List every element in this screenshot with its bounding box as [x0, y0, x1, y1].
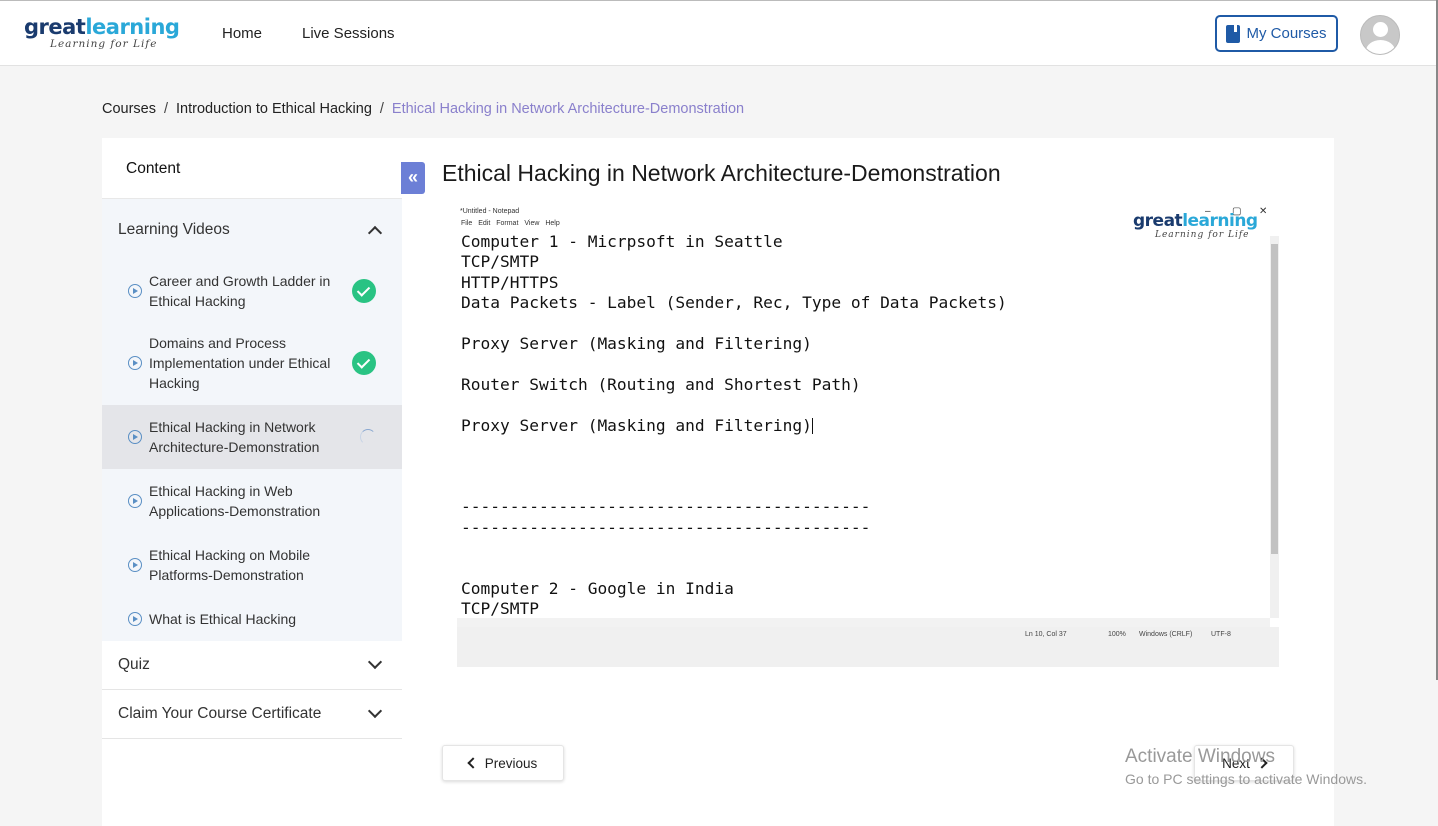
notepad-line: ----------------------------------------…	[461, 517, 871, 537]
vertical-scrollbar	[1270, 236, 1279, 618]
notepad-line	[461, 477, 1007, 497]
notepad-line	[461, 314, 1007, 334]
notepad-line	[461, 395, 1007, 415]
course-sidebar: Content Learning Videos Career and Growt…	[102, 138, 402, 826]
book-icon	[1226, 24, 1241, 43]
section-certificate[interactable]: Claim Your Course Certificate	[102, 690, 402, 739]
text-caret	[811, 418, 813, 435]
notepad-line: Computer 1 - Micrpsoft in Seattle	[461, 232, 783, 251]
nav-live-sessions[interactable]: Live Sessions	[302, 25, 395, 42]
my-courses-button[interactable]: My Courses	[1215, 15, 1338, 52]
chevron-down-icon	[367, 703, 383, 719]
notepad-line: TCP/SMTP	[461, 252, 539, 272]
breadcrumb: Courses / Introduction to Ethical Hacking /…	[102, 101, 744, 117]
notepad-line: ----------------------------------------…	[461, 497, 871, 517]
in-progress-spinner-icon	[360, 429, 376, 445]
watermark-logo: greatlearning Learning for Life	[1133, 212, 1265, 240]
breadcrumb-current: Ethical Hacking in Network Architecture-…	[391, 101, 745, 117]
play-circle-icon	[128, 612, 142, 626]
notepad-line	[461, 559, 1007, 579]
notepad-line: Router Switch (Routing and Shortest Path…	[461, 374, 861, 394]
section-label: Claim Your Course Certificate	[118, 705, 322, 722]
status-zoom: 100%	[1108, 631, 1126, 638]
watermark-tagline: Learning for Life	[1155, 230, 1250, 240]
video-label: Domains and Process Implementation under…	[149, 335, 331, 391]
notepad-line	[461, 456, 1007, 476]
play-circle-icon	[128, 430, 142, 444]
notepad-line: Proxy Server (Masking and Filtering)	[461, 415, 813, 435]
breadcrumb-separator: /	[379, 101, 384, 117]
content-heading: Content	[102, 138, 402, 199]
logo-tagline: Learning for Life	[50, 38, 158, 50]
notepad-text: Computer 1 - Micrpsoft in Seattle TCP/SMT…	[461, 232, 1007, 620]
logo-brand-learning: learning	[85, 15, 180, 39]
greatlearning-logo[interactable]: greatlearning Learning for Life	[24, 15, 180, 51]
video-item-what-is-ethical-hacking[interactable]: What is Ethical Hacking	[102, 597, 402, 641]
completed-check-icon	[352, 351, 376, 375]
video-item-web-applications[interactable]: Ethical Hacking in Web Applications-Demo…	[102, 469, 402, 533]
chevron-left-icon	[467, 757, 479, 769]
section-learning-videos[interactable]: Learning Videos	[102, 199, 402, 261]
section-quiz[interactable]: Quiz	[102, 641, 402, 690]
chevron-down-icon	[367, 654, 383, 670]
notepad-line: HTTP/HTTPS	[461, 272, 559, 292]
video-label: Ethical Hacking on Mobile Platforms-Demo…	[149, 547, 311, 583]
status-position: Ln 10, Col 37	[1025, 631, 1067, 638]
play-circle-icon	[128, 558, 142, 572]
play-circle-icon	[128, 284, 142, 298]
lesson-title: Ethical Hacking in Network Architecture-…	[442, 160, 1001, 186]
play-circle-icon	[128, 356, 142, 370]
breadcrumb-courses[interactable]: Courses	[102, 101, 156, 117]
notepad-line: TCP/SMTP	[461, 599, 539, 619]
logo-brand-great: great	[24, 15, 86, 39]
chevron-up-icon	[367, 225, 383, 241]
status-line-ending: Windows (CRLF)	[1139, 631, 1193, 638]
notepad-line	[461, 538, 1007, 558]
video-player[interactable]: *Untitled - Notepad File Edit Format Vie…	[457, 206, 1279, 667]
play-circle-icon	[128, 494, 142, 508]
video-item-network-architecture[interactable]: Ethical Hacking in Network Architecture-…	[102, 405, 402, 469]
notepad-line	[461, 354, 1007, 374]
activate-windows-subtitle: Go to PC settings to activate Windows.	[1125, 771, 1367, 787]
activate-windows-watermark: Activate Windows Go to PC settings to ac…	[1125, 745, 1367, 789]
notepad-menu: File Edit Format View Help	[461, 220, 560, 227]
previous-label: Previous	[484, 755, 538, 771]
video-label: Ethical Hacking in Network Architecture-…	[149, 419, 320, 455]
completed-check-icon	[352, 279, 376, 303]
notepad-line: Proxy Server (Masking and Filtering)	[461, 334, 812, 354]
section-label: Learning Videos	[118, 221, 230, 238]
status-encoding: UTF-8	[1211, 631, 1231, 638]
section-label: Quiz	[118, 656, 150, 673]
notepad-status-bar: Ln 10, Col 37 100% Windows (CRLF) UTF-8	[457, 627, 1279, 667]
watermark-brand-learning: learning	[1182, 211, 1258, 231]
breadcrumb-course[interactable]: Introduction to Ethical Hacking	[176, 101, 372, 117]
video-item-domains-process[interactable]: Domains and Process Implementation under…	[102, 321, 402, 405]
notepad-line: Computer 2 - Google in India	[461, 578, 734, 598]
my-courses-label: My Courses	[1246, 25, 1327, 42]
video-label: Career and Growth Ladder in Ethical Hack…	[149, 273, 331, 309]
previous-button[interactable]: Previous	[442, 745, 564, 781]
top-navbar: greatlearning Learning for Life Home Liv…	[0, 0, 1438, 66]
notepad-line: Data Packets - Label (Sender, Rec, Type …	[461, 293, 1007, 313]
video-label: Ethical Hacking in Web Applications-Demo…	[149, 483, 321, 519]
video-item-career-growth[interactable]: Career and Growth Ladder in Ethical Hack…	[102, 261, 402, 321]
notepad-line	[461, 436, 1007, 456]
video-item-mobile-platforms[interactable]: Ethical Hacking on Mobile Platforms-Demo…	[102, 533, 402, 597]
user-avatar-icon[interactable]	[1360, 15, 1400, 55]
horizontal-scrollbar	[457, 618, 1270, 627]
video-label: What is Ethical Hacking	[149, 611, 297, 627]
activate-windows-title: Activate Windows	[1125, 746, 1275, 767]
notepad-window-title: *Untitled - Notepad	[460, 208, 520, 215]
nav-home[interactable]: Home	[222, 25, 262, 42]
watermark-brand-great: great	[1133, 211, 1183, 231]
breadcrumb-separator: /	[164, 101, 169, 117]
lesson-panel: Ethical Hacking in Network Architecture-…	[402, 138, 1334, 826]
collapse-sidebar-button[interactable]: «	[401, 162, 425, 194]
